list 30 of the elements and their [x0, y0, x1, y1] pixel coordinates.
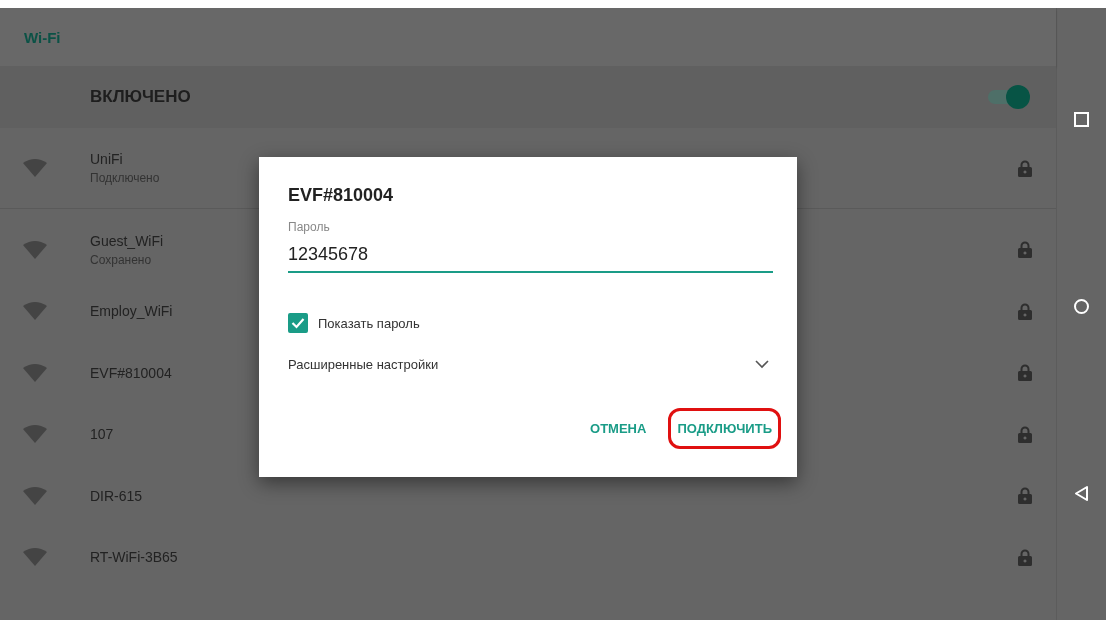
dialog-button[interactable]: ОТМЕНА: [582, 408, 655, 449]
checkbox[interactable]: [288, 313, 308, 333]
back-icon[interactable]: [1073, 485, 1090, 502]
chevron-icon: [755, 360, 769, 369]
wifi-icon: [22, 485, 48, 506]
switch-label: ВКЛЮЧЕНО: [90, 87, 192, 107]
advanced-settings-row[interactable]: Расширенные настройки: [288, 357, 773, 372]
network-name[interactable]: EVF#810004: [90, 364, 172, 381]
wifi-icon: [22, 362, 48, 383]
wifi-icon: [22, 158, 48, 178]
dialog-title: EVF#810004: [288, 185, 395, 206]
dialog-button[interactable]: ПОДКЛЮЧИТЬ: [668, 408, 781, 449]
wifi-icon: [22, 424, 48, 445]
app-bar-title: Wi-Fi: [24, 28, 61, 46]
network-name[interactable]: Employ_WiFi: [90, 303, 173, 320]
network-name[interactable]: DIR-615: [90, 487, 143, 504]
wifi-icon: [22, 301, 48, 322]
toggle-switch[interactable]: [986, 85, 1030, 109]
wifi-icon: [22, 547, 48, 568]
network-name[interactable]: 107: [90, 426, 114, 443]
network-name[interactable]: RT-WiFi-3B65: [90, 549, 178, 566]
password-field[interactable]: 12345678: [288, 244, 773, 273]
wifi-icon: [22, 239, 48, 260]
field-label: Пароль: [288, 220, 331, 234]
circle-icon[interactable]: [1073, 298, 1090, 315]
checkbox-label: Показать пароль: [318, 315, 420, 331]
check-icon: [291, 317, 305, 329]
square-icon[interactable]: [1073, 111, 1090, 128]
network-name[interactable]: UniFi: [90, 151, 123, 167]
network-name[interactable]: Guest_WiFi: [90, 232, 164, 249]
